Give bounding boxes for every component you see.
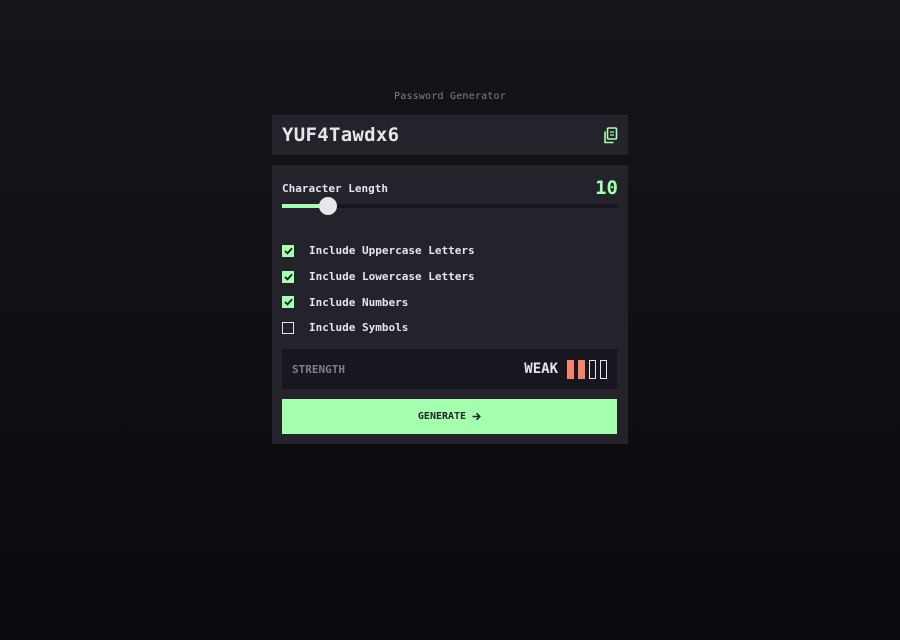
option-checkbox[interactable] [282, 270, 294, 283]
option-checkbox[interactable] [282, 321, 294, 334]
option-checkbox[interactable] [282, 244, 294, 257]
check-icon [283, 273, 293, 281]
strength-bar [578, 359, 585, 379]
strength-bar [589, 359, 596, 379]
strength-label: STRENGTH [292, 362, 345, 376]
option-row[interactable]: Include Symbols [282, 315, 618, 341]
length-slider[interactable] [282, 197, 617, 215]
option-label: Include Uppercase Letters [309, 244, 475, 258]
generate-button[interactable]: GENERATE [282, 399, 617, 434]
app-title: Password Generator [394, 91, 506, 102]
check-icon [283, 298, 293, 306]
settings-panel: Character Length 10 Include Uppercase Le… [272, 165, 628, 444]
options-list: Include Uppercase Letters Include Lowerca… [282, 238, 618, 341]
length-value: 10 [595, 177, 618, 199]
strength-bar [600, 359, 607, 379]
strength-value: WEAK [524, 361, 558, 377]
option-row[interactable]: Include Numbers [282, 289, 618, 315]
copy-icon[interactable] [602, 126, 618, 144]
check-icon [283, 247, 293, 255]
strength-indicator: WEAK [524, 359, 607, 379]
option-checkbox[interactable] [282, 296, 294, 309]
generate-label: GENERATE [417, 411, 467, 422]
password-display: YUF4Tawdx6 [272, 115, 628, 155]
slider-thumb[interactable] [318, 197, 337, 215]
password-text: YUF4Tawdx6 [282, 124, 400, 146]
arrow-right-icon [472, 412, 481, 421]
option-label: Include Symbols [309, 321, 409, 335]
option-row[interactable]: Include Uppercase Letters [282, 238, 618, 264]
option-row[interactable]: Include Lowercase Letters [282, 264, 618, 290]
length-row: Character Length 10 [282, 177, 618, 199]
strength-bar [567, 359, 574, 379]
length-label: Character Length [282, 181, 388, 195]
strength-bars [567, 359, 607, 379]
option-label: Include Lowercase Letters [309, 270, 475, 284]
option-label: Include Numbers [309, 295, 409, 309]
strength-meter: STRENGTH WEAK [282, 349, 617, 389]
